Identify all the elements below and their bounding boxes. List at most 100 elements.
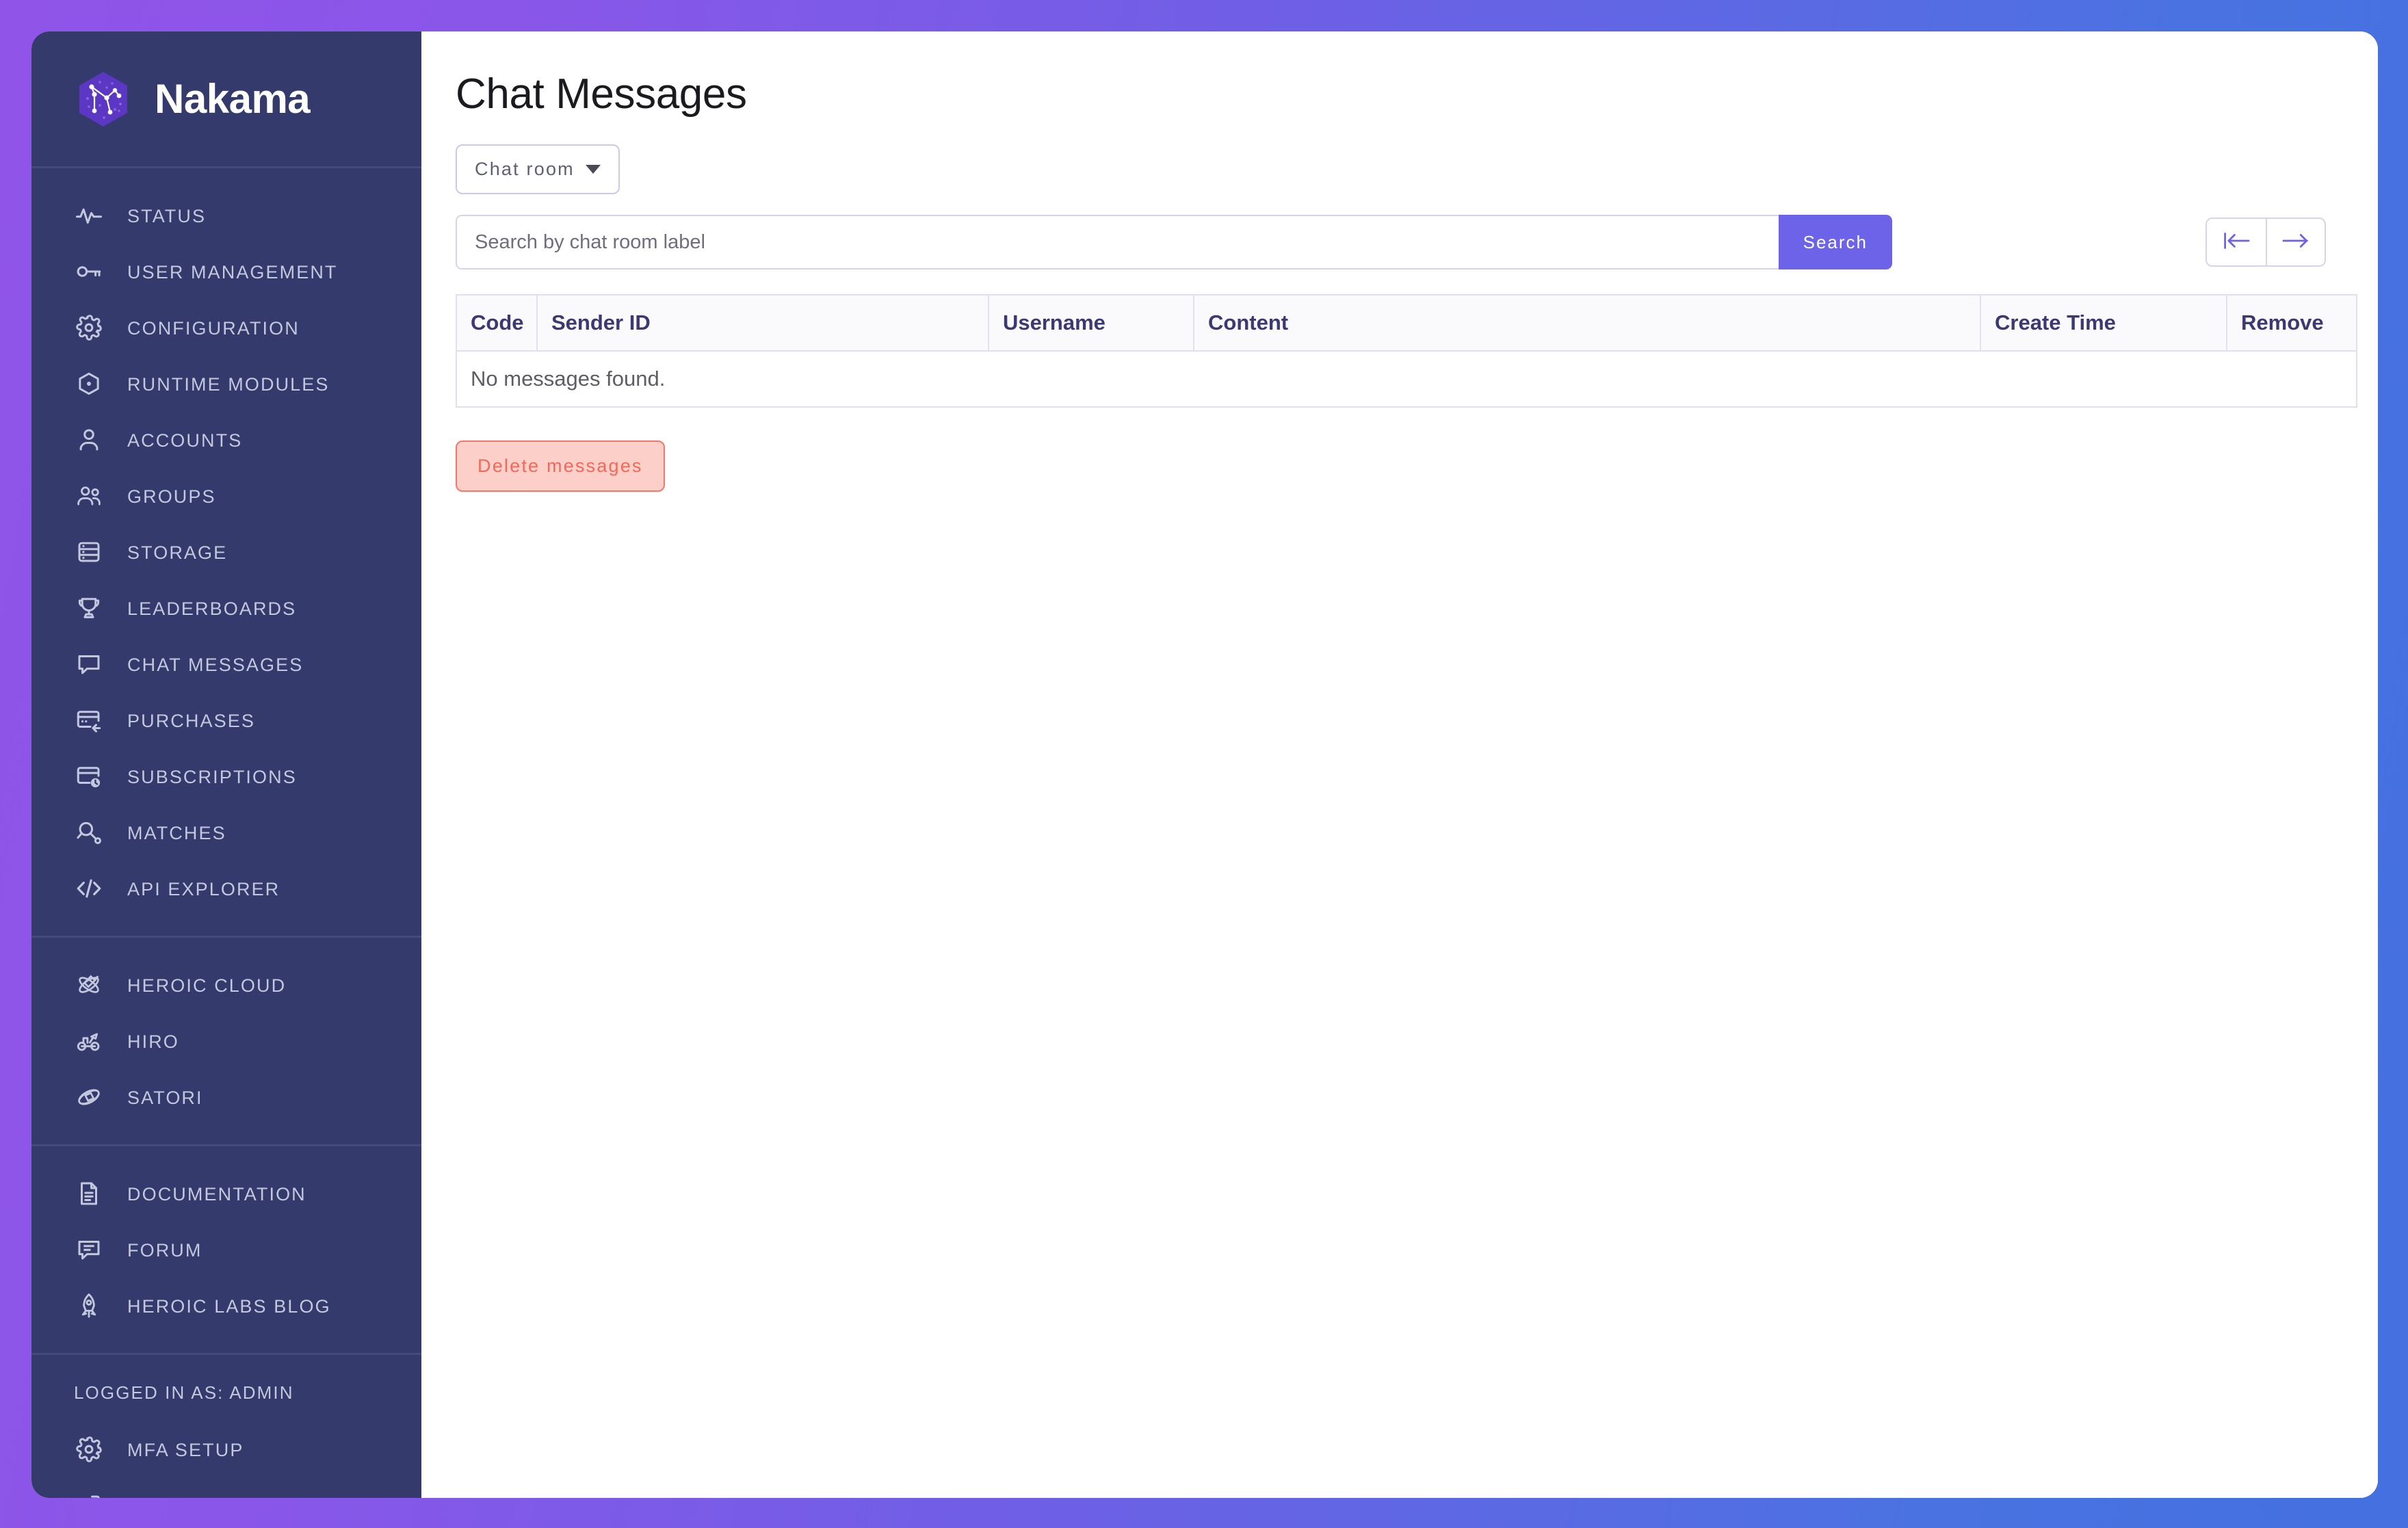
- sidebar-primary-nav: Status User Management Configuratio: [31, 168, 421, 936]
- column-header-content: Content: [1194, 295, 1981, 352]
- trophy-icon: [74, 593, 104, 623]
- sidebar-item-label: Purchases: [127, 710, 255, 731]
- sidebar-item-status[interactable]: Status: [31, 187, 421, 243]
- sidebar-item-label: Leaderboards: [127, 598, 297, 619]
- sidebar-item-label: Logout: [127, 1496, 214, 1498]
- search-toolbar: Search: [456, 215, 2326, 269]
- sidebar-item-label: Satori: [127, 1087, 203, 1108]
- sidebar-item-hiro[interactable]: Hiro: [31, 1013, 421, 1069]
- table-empty-row: No messages found.: [456, 351, 2357, 407]
- caret-down-icon: [585, 165, 601, 174]
- sidebar-item-label: API Explorer: [127, 878, 280, 899]
- page-title: Chat Messages: [456, 70, 747, 118]
- sidebar-item-label: MFA Setup: [127, 1439, 244, 1460]
- database-icon: [74, 537, 104, 567]
- sidebar-item-label: Groups: [127, 486, 216, 507]
- code-brackets-icon: [74, 873, 104, 904]
- sidebar: Nakama Status User Management: [31, 31, 421, 1498]
- chat-bubble-icon: [74, 1235, 104, 1265]
- sidebar-item-satori[interactable]: Satori: [31, 1069, 421, 1125]
- hexagon-dot-icon: [74, 369, 104, 399]
- search-input[interactable]: [456, 215, 1779, 269]
- sidebar-item-logout[interactable]: Logout: [31, 1477, 421, 1498]
- pagination-controls: [2206, 218, 2326, 267]
- brand-header[interactable]: Nakama: [31, 31, 421, 168]
- sidebar-item-subscriptions[interactable]: Subscriptions: [31, 748, 421, 804]
- column-header-code: Code: [456, 295, 538, 352]
- activity-pulse-icon: [74, 200, 104, 230]
- sidebar-item-label: Status: [127, 205, 207, 226]
- key-icon: [74, 256, 104, 287]
- sidebar-item-label: Heroic Labs Blog: [127, 1295, 331, 1317]
- next-page-button[interactable]: [2266, 219, 2325, 265]
- gear-icon: [74, 1434, 104, 1464]
- match-search-icon: [74, 817, 104, 847]
- hiro-robot-icon: [74, 1026, 104, 1056]
- search-group: Search: [456, 215, 1892, 269]
- sidebar-item-api-explorer[interactable]: API Explorer: [31, 860, 421, 917]
- column-header-remove: Remove: [2227, 295, 2357, 352]
- brand-name: Nakama: [155, 76, 311, 122]
- gear-icon: [74, 313, 104, 343]
- rocket-icon: [74, 1291, 104, 1321]
- sidebar-item-label: Documentation: [127, 1183, 306, 1204]
- chat-messages-table: Code Sender ID Username Content Create T…: [456, 294, 2357, 408]
- sidebar-item-label: Chat Messages: [127, 654, 304, 675]
- sidebar-item-label: Subscriptions: [127, 766, 297, 787]
- sidebar-item-user-management[interactable]: User Management: [31, 243, 421, 300]
- sidebar-item-label: Storage: [127, 542, 228, 563]
- logout-arrow-icon: [74, 1490, 104, 1498]
- sidebar-item-heroic-cloud[interactable]: Heroic Cloud: [31, 957, 421, 1013]
- sidebar-products-nav: Heroic Cloud Hiro: [31, 936, 421, 1144]
- table-body: No messages found.: [456, 351, 2357, 407]
- app-shell: Nakama Status User Management: [31, 31, 2378, 1498]
- sidebar-item-groups[interactable]: Groups: [31, 468, 421, 524]
- column-header-sender-id: Sender ID: [537, 295, 989, 352]
- main-content: Chat Messages Chat room Search by chat r…: [421, 31, 2378, 1498]
- sidebar-item-label: Accounts: [127, 430, 243, 451]
- column-header-username: Username: [989, 295, 1194, 352]
- nakama-constellation-logo-icon: [74, 70, 133, 129]
- sidebar-item-purchases[interactable]: Purchases: [31, 692, 421, 748]
- sidebar-account-section: Logged in as: admin MFA Setup: [31, 1353, 421, 1498]
- person-icon: [74, 425, 104, 455]
- sidebar-item-configuration[interactable]: Configuration: [31, 300, 421, 356]
- sidebar-item-documentation[interactable]: Documentation: [31, 1165, 421, 1222]
- sidebar-item-label: Runtime Modules: [127, 373, 330, 395]
- document-icon: [74, 1178, 104, 1209]
- sidebar-item-leaderboards[interactable]: Leaderboards: [31, 580, 421, 636]
- sidebar-item-label: User Management: [127, 261, 338, 282]
- sidebar-item-matches[interactable]: Matches: [31, 804, 421, 860]
- first-page-arrow-icon: [2221, 230, 2252, 254]
- search-button[interactable]: Search: [1778, 215, 1892, 269]
- chat-room-dropdown[interactable]: Chat room: [456, 144, 620, 194]
- sidebar-resources-nav: Documentation Forum: [31, 1144, 421, 1353]
- sidebar-item-label: Configuration: [127, 317, 300, 339]
- sidebar-item-storage[interactable]: Storage: [31, 524, 421, 580]
- empty-state-message: No messages found.: [456, 351, 2357, 407]
- speech-bubble-icon: [74, 649, 104, 679]
- sidebar-item-label: Heroic Cloud: [127, 975, 287, 996]
- sidebar-item-label: Hiro: [127, 1031, 179, 1052]
- sidebar-item-mfa-setup[interactable]: MFA Setup: [31, 1421, 421, 1477]
- chat-room-dropdown-label: Chat room: [475, 159, 575, 179]
- table-header-row: Code Sender ID Username Content Create T…: [456, 295, 2357, 352]
- delete-messages-button[interactable]: Delete messages: [456, 440, 665, 492]
- column-header-create-time: Create Time: [1980, 295, 2227, 352]
- sidebar-item-label: Forum: [127, 1239, 202, 1261]
- sidebar-item-label: Matches: [127, 822, 226, 843]
- sidebar-item-accounts[interactable]: Accounts: [31, 412, 421, 468]
- next-page-arrow-icon: [2280, 230, 2312, 254]
- sidebar-item-forum[interactable]: Forum: [31, 1222, 421, 1278]
- first-page-button[interactable]: [2207, 219, 2266, 265]
- people-icon: [74, 481, 104, 511]
- orbit-cloud-icon: [74, 970, 104, 1000]
- credit-card-clock-icon: [74, 761, 104, 791]
- satori-orbit-icon: [74, 1082, 104, 1112]
- credit-card-arrow-icon: [74, 705, 104, 735]
- table-header: Code Sender ID Username Content Create T…: [456, 295, 2357, 352]
- sidebar-item-chat-messages[interactable]: Chat Messages: [31, 636, 421, 692]
- logged-in-as-label: Logged in as: admin: [74, 1382, 294, 1403]
- sidebar-item-runtime-modules[interactable]: Runtime Modules: [31, 356, 421, 412]
- sidebar-item-heroic-labs-blog[interactable]: Heroic Labs Blog: [31, 1278, 421, 1334]
